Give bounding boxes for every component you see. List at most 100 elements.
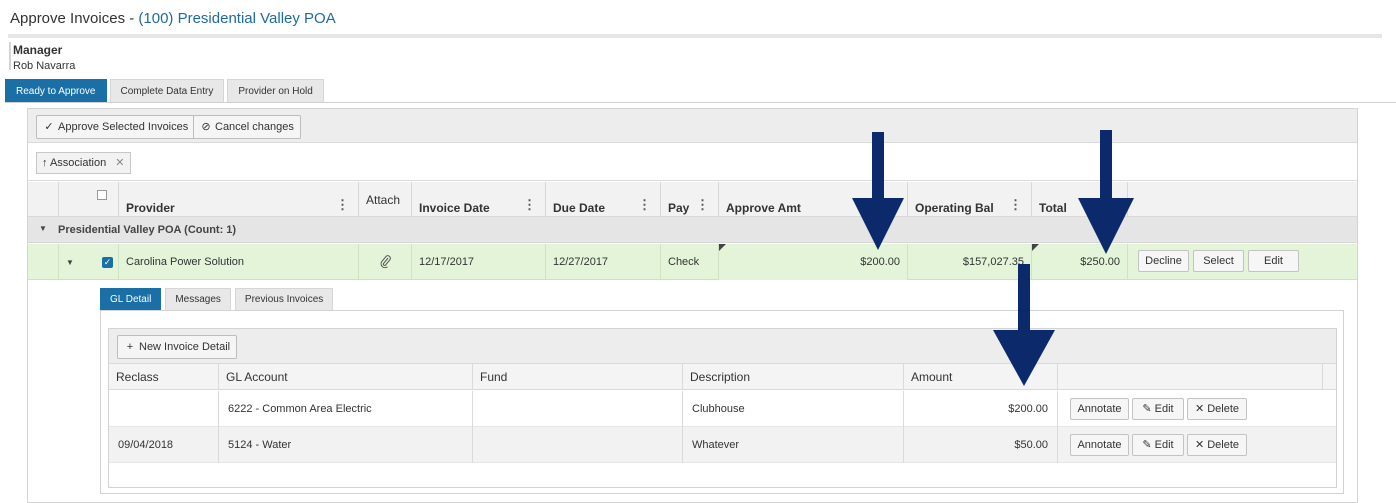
header-operating-bal[interactable]: Operating Bal ⋮ <box>908 182 1032 217</box>
header-expand-col <box>28 182 59 217</box>
gl-detail-row[interactable]: 09/04/2018 5124 - Water Whatever $50.00 … <box>109 427 1336 463</box>
new-invoice-detail-button[interactable]: + New Invoice Detail <box>117 335 238 359</box>
gl-row-account: 6222 - Common Area Electric <box>219 391 473 427</box>
cancel-changes-button[interactable]: ⊘ Cancel changes <box>193 115 301 139</box>
new-invoice-detail-label: New Invoice Detail <box>139 341 231 353</box>
gl-row-description: Whatever <box>683 427 904 463</box>
column-menu-icon[interactable]: ⋮ <box>1009 197 1022 213</box>
header-total-label: Total <box>1039 201 1067 215</box>
column-menu-icon[interactable]: ⋮ <box>336 197 349 213</box>
row-edit-label: Edit <box>1154 439 1174 451</box>
row-expand-caret-icon[interactable]: ▼ <box>66 258 74 267</box>
group-row[interactable]: ▼ Presidential Valley POA (Count: 1) <box>28 217 1357 243</box>
edited-cell-marker <box>1032 244 1039 251</box>
header-approve-amt-label: Approve Amt <box>726 201 801 215</box>
row-expand-cell[interactable]: ▼ <box>59 244 90 280</box>
row-checkbox-checked-icon[interactable]: ✓ <box>102 256 113 268</box>
group-by-area: ↑ Association ✕ <box>28 144 1357 181</box>
tab-previous-invoices[interactable]: Previous Invoices <box>234 288 334 310</box>
row-pay: Check <box>661 244 719 280</box>
edited-cell-marker <box>719 244 726 251</box>
gl-header-fund[interactable]: Fund <box>473 364 683 390</box>
annotation-arrow-down-icon <box>1078 130 1134 254</box>
row-due-date: 12/27/2017 <box>546 244 661 280</box>
pencil-icon: ✎ <box>1142 403 1152 415</box>
annotation-arrow-down-icon <box>993 264 1055 386</box>
row-total-value: $250.00 <box>1080 256 1120 268</box>
tab-gl-detail[interactable]: GL Detail <box>100 288 162 310</box>
row-delete-label: Delete <box>1207 403 1240 415</box>
select-all-checkbox[interactable] <box>97 190 107 200</box>
row-spacer <box>28 244 59 280</box>
gl-row-account: 5124 - Water <box>219 427 473 463</box>
status-tabs: Ready to Approve Complete Data Entry Pro… <box>5 79 324 103</box>
association-link[interactable]: (100) Presidential Valley POA <box>138 10 335 27</box>
header-provider[interactable]: Provider ⋮ <box>119 182 359 217</box>
gl-detail-grid: + New Invoice Detail Reclass GL Account F… <box>108 328 1337 488</box>
remove-group-icon[interactable]: ✕ <box>115 157 124 169</box>
manager-block: Manager Rob Navarra <box>13 43 75 72</box>
tab-provider-on-hold[interactable]: Provider on Hold <box>227 79 324 103</box>
header-pay[interactable]: Pay ⋮ <box>661 182 719 217</box>
annotation-arrow-down-icon <box>852 132 904 250</box>
approve-selected-button[interactable]: ✓ Approve Selected Invoices <box>36 115 196 139</box>
header-attach-label: Attach <box>366 193 401 207</box>
collapse-caret-icon[interactable]: ▼ <box>39 224 47 233</box>
approve-selected-label: Approve Selected Invoices <box>58 121 189 133</box>
tab-complete-data-entry[interactable]: Complete Data Entry <box>109 79 225 103</box>
header-invoice-date-label: Invoice Date <box>419 201 490 215</box>
gl-row-description: Clubhouse <box>683 391 904 427</box>
invoice-row[interactable]: ▼ ✓ Carolina Power Solution 12/17/2017 1… <box>28 244 1357 280</box>
group-row-label: Presidential Valley POA (Count: 1) <box>58 224 237 236</box>
header-due-date-label: Due Date <box>553 201 606 215</box>
column-menu-icon[interactable]: ⋮ <box>523 197 536 213</box>
header-pay-label: Pay <box>668 201 690 215</box>
manager-name: Rob Navarra <box>13 60 76 72</box>
annotate-button[interactable]: Annotate <box>1070 434 1129 456</box>
tab-underline <box>5 102 1396 103</box>
select-button[interactable]: Select <box>1193 250 1244 272</box>
gl-header-actions <box>1058 364 1323 390</box>
gl-row-fund <box>473 391 683 427</box>
column-menu-icon[interactable]: ⋮ <box>638 197 651 213</box>
gl-header-gl-account[interactable]: GL Account <box>219 364 473 390</box>
gl-row-amount: $50.00 <box>904 427 1058 463</box>
x-icon: ✕ <box>1194 403 1205 415</box>
edit-button[interactable]: Edit <box>1248 250 1299 272</box>
x-icon: ✕ <box>1194 439 1205 451</box>
decline-button[interactable]: Decline <box>1138 250 1189 272</box>
row-edit-button[interactable]: ✎ Edit <box>1132 434 1184 456</box>
header-provider-label: Provider <box>126 201 175 215</box>
grid-toolbar: ✓ Approve Selected Invoices ⊘ Cancel chang… <box>28 109 1357 143</box>
page-title: Approve Invoices - (100) Presidential Va… <box>10 10 336 27</box>
row-delete-button[interactable]: ✕ Delete <box>1187 398 1247 420</box>
group-chip-association[interactable]: ↑ Association ✕ <box>36 152 131 174</box>
paperclip-icon[interactable] <box>359 244 412 280</box>
page-title-prefix: Approve Invoices - <box>10 10 139 27</box>
title-divider <box>8 34 1382 38</box>
manager-accent-bar <box>9 42 11 70</box>
row-select-cell[interactable]: ✓ <box>90 244 119 280</box>
gl-header-description[interactable]: Description <box>683 364 904 390</box>
header-operating-bal-label: Operating Bal <box>915 201 994 215</box>
gl-detail-toolbar: + New Invoice Detail <box>109 329 1336 364</box>
row-invoice-date: 12/17/2017 <box>412 244 546 280</box>
annotate-button[interactable]: Annotate <box>1070 398 1129 420</box>
invoice-grid-panel: ✓ Approve Selected Invoices ⊘ Cancel chang… <box>27 108 1358 503</box>
tab-messages[interactable]: Messages <box>165 288 231 310</box>
group-chip-label: Association <box>49 157 107 169</box>
row-provider: Carolina Power Solution <box>119 244 359 280</box>
header-due-date[interactable]: Due Date ⋮ <box>546 182 661 217</box>
column-menu-icon[interactable]: ⋮ <box>696 197 709 213</box>
cancel-changes-label: Cancel changes <box>215 121 294 133</box>
tab-ready-to-approve[interactable]: Ready to Approve <box>5 79 107 103</box>
row-delete-button[interactable]: ✕ Delete <box>1187 434 1247 456</box>
header-invoice-date[interactable]: Invoice Date ⋮ <box>412 182 546 217</box>
detail-tabs: GL Detail Messages Previous Invoices <box>100 288 334 310</box>
header-select-col <box>59 182 119 217</box>
row-edit-button[interactable]: ✎ Edit <box>1132 398 1184 420</box>
pencil-icon: ✎ <box>1142 439 1152 451</box>
gl-detail-row[interactable]: 6222 - Common Area Electric Clubhouse $2… <box>109 391 1336 427</box>
gl-header-reclass[interactable]: Reclass <box>109 364 219 390</box>
arrow-up-icon: ↑ <box>42 157 48 169</box>
